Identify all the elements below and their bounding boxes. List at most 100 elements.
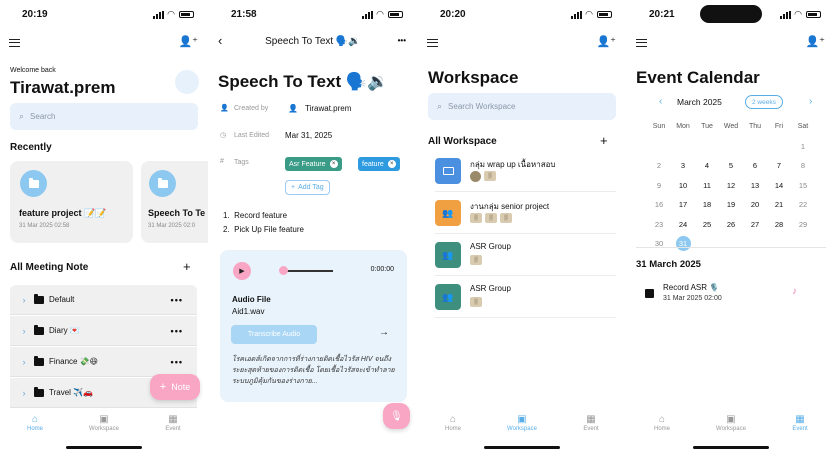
search-input[interactable]: ⌕ Search Workspace — [428, 93, 616, 120]
calendar-day-number: 2 — [656, 161, 662, 171]
arrow-right-icon[interactable]: → — [379, 327, 389, 338]
more-icon[interactable]: ••• — [171, 326, 183, 336]
calendar-day[interactable]: 6 — [743, 161, 767, 170]
calendar-day[interactable]: 7 — [767, 161, 791, 170]
remove-tag-icon[interactable]: × — [387, 160, 396, 168]
add-workspace-icon[interactable]: + — [600, 133, 608, 148]
calendar-day[interactable]: 19 — [719, 200, 743, 209]
workspace-row[interactable]: 👥 งานกลุ่ม senior project ▒ ▒ ▒ — [435, 196, 616, 234]
calendar-day[interactable]: 12 — [719, 181, 743, 190]
add-user-icon[interactable]: 👤⁺ — [805, 35, 825, 48]
divider — [636, 247, 826, 248]
calendar-day[interactable]: 8 — [791, 161, 815, 170]
menu-icon[interactable] — [636, 39, 647, 47]
note-detail-screen: 21:58 ◠ ‹ Speech To Text 🗣️🔉 ••• Speech … — [209, 0, 417, 454]
weekday-label: Sat — [797, 123, 809, 131]
remove-tag-icon[interactable]: × — [329, 160, 338, 168]
add-note-button[interactable]: + Note — [150, 374, 200, 400]
calendar-day[interactable]: 29 — [791, 220, 815, 229]
menu-icon[interactable] — [9, 39, 20, 47]
calendar-day[interactable]: 31 — [671, 236, 695, 252]
more-icon[interactable]: ••• — [171, 295, 183, 305]
add-user-icon[interactable]: 👤⁺ — [596, 35, 616, 48]
more-icon[interactable]: ••• — [171, 357, 183, 367]
workspace-row[interactable]: 👥 ASR Group ▒ — [435, 238, 616, 276]
calendar-day[interactable]: 21 — [767, 200, 791, 209]
workspace-row[interactable]: 👥 ASR Group ▒ — [435, 280, 616, 318]
calendar-day[interactable]: 5 — [719, 161, 743, 170]
workspace-name: กลุ่ม wrap up เนื้อหาสอบ — [470, 160, 556, 169]
chevron-right-icon[interactable]: › — [14, 326, 34, 336]
tag-chip[interactable]: feature × — [358, 157, 400, 171]
play-icon[interactable]: ▶ — [233, 262, 251, 280]
calendar-day-number: 7 — [776, 161, 782, 171]
audio-progress-track[interactable] — [283, 270, 333, 272]
calendar-day[interactable]: 11 — [695, 181, 719, 190]
plus-icon: + — [159, 381, 167, 393]
calendar-day[interactable]: 4 — [695, 161, 719, 170]
calendar-day[interactable]: 10 — [671, 181, 695, 190]
tab-workspace[interactable]: ▣ Workspace — [79, 414, 129, 432]
calendar-day-number: 26 — [726, 219, 736, 229]
recent-card[interactable]: feature project 📝📝 31 Mar 2025 02:58 — [10, 161, 133, 243]
calendar-day[interactable]: 27 — [743, 220, 767, 229]
tab-home[interactable]: ⌂ Home — [428, 414, 478, 432]
tab-event-label: Event — [165, 426, 181, 432]
chevron-right-icon[interactable]: › — [14, 388, 34, 398]
add-tag-button[interactable]: + Add Tag — [285, 180, 330, 195]
avatar: ▒ — [500, 213, 512, 223]
calendar-day[interactable]: 14 — [767, 181, 791, 190]
calendar-day[interactable]: 13 — [743, 181, 767, 190]
calendar-day[interactable]: 15 — [791, 181, 815, 190]
calendar-day[interactable]: 16 — [647, 200, 671, 209]
chevron-right-icon[interactable]: › — [14, 357, 34, 367]
calendar-day[interactable]: 18 — [695, 200, 719, 209]
menu-icon[interactable] — [427, 39, 438, 47]
tab-home[interactable]: ⌂ Home — [637, 414, 687, 432]
calendar-day[interactable]: 9 — [647, 181, 671, 190]
avatar[interactable] — [175, 70, 199, 94]
audio-progress-thumb[interactable] — [279, 266, 288, 275]
tab-event[interactable]: ▦ Event — [566, 414, 616, 432]
tab-workspace[interactable]: ▣ Workspace — [497, 414, 547, 432]
tab-home[interactable]: ⌂ Home — [10, 414, 60, 432]
add-note-icon[interactable]: + — [183, 259, 191, 274]
workspace-row[interactable]: กลุ่ม wrap up เนื้อหาสอบ ▒ — [435, 154, 616, 192]
transcribe-button[interactable]: Transcribe Audio — [231, 325, 317, 344]
avatar: ▒ — [470, 255, 482, 265]
calendar-day[interactable]: 3 — [671, 161, 695, 170]
tab-event[interactable]: ▦ Event — [148, 414, 198, 432]
calendar-day[interactable]: 1 — [791, 142, 815, 151]
add-user-icon[interactable]: 👤⁺ — [178, 35, 198, 48]
record-button[interactable]: 🎙 — [383, 403, 410, 429]
prev-month-icon[interactable]: ‹ — [659, 96, 662, 107]
calendar-day[interactable]: 2 — [647, 161, 671, 170]
calendar-day[interactable]: 25 — [695, 220, 719, 229]
search-input[interactable]: ⌕ Search — [10, 103, 198, 130]
calendar-day[interactable]: 26 — [719, 220, 743, 229]
recent-card[interactable]: Speech To Te 31 Mar 2025 02:0 — [141, 161, 208, 243]
calendar-day[interactable]: 20 — [743, 200, 767, 209]
calendar-day[interactable]: 24 — [671, 220, 695, 229]
calendar-day[interactable]: 22 — [791, 200, 815, 209]
status-time: 21:58 — [231, 9, 257, 20]
calendar-day[interactable]: 28 — [767, 220, 791, 229]
tab-workspace-label: Workspace — [716, 426, 746, 432]
member-avatars: ▒ ▒ ▒ — [470, 213, 512, 223]
tab-workspace[interactable]: ▣ Workspace — [706, 414, 756, 432]
next-month-icon[interactable]: › — [809, 96, 812, 107]
more-icon[interactable]: ••• — [398, 36, 406, 45]
calendar-day[interactable]: 17 — [671, 200, 695, 209]
plus-icon: + — [291, 184, 296, 191]
folder-row[interactable]: › Finance 💸😆 ••• — [10, 347, 197, 377]
tag-chip[interactable]: Asr Feature × — [285, 157, 342, 171]
tab-event[interactable]: ▦ Event — [775, 414, 825, 432]
event-item[interactable]: Record ASR 🎙️ 31 Mar 2025 02:00 ♪ — [643, 283, 825, 309]
chevron-right-icon[interactable]: › — [14, 295, 34, 305]
view-toggle-button[interactable]: 2 weeks — [745, 95, 783, 109]
calendar-day[interactable]: 23 — [647, 220, 671, 229]
folder-row[interactable]: › Diary 💌 ••• — [10, 316, 197, 346]
note-icon — [645, 289, 654, 298]
member-avatars: ▒ — [470, 171, 496, 182]
folder-row[interactable]: › Default ••• — [10, 285, 197, 315]
